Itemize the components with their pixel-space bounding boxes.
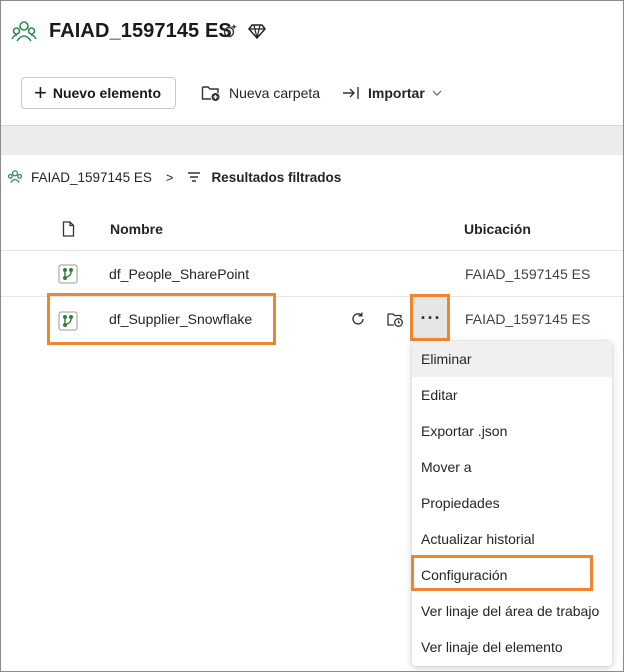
import-dropdown[interactable]: Importar [342, 83, 443, 103]
breadcrumb-separator: > [165, 169, 174, 185]
diamond-icon[interactable] [248, 22, 266, 40]
menu-item-workspace-lineage[interactable]: Ver linaje del área de trabajo [412, 593, 612, 629]
plus-icon: + [34, 80, 47, 105]
row-location: FAIAD_1597145 ES [465, 266, 591, 282]
context-menu: Eliminar Editar Exportar .json Mover a P… [412, 341, 612, 666]
dataflow-icon [58, 264, 78, 284]
breadcrumb: FAIAD_1597145 ES > Resultados filtrados [7, 167, 341, 187]
workspace-icon [11, 21, 37, 42]
workspace-header: FAIAD_1597145 ES [1, 1, 623, 59]
new-item-label: Nuevo elemento [52, 85, 161, 101]
new-item-button[interactable]: + Nuevo elemento [21, 77, 176, 109]
toolbar: + Nuevo elemento Nueva carpeta Importar [1, 59, 623, 125]
row-name[interactable]: df_People_SharePoint [109, 266, 249, 282]
row-name[interactable]: df_Supplier_Snowflake [109, 311, 252, 327]
table-header: Nombre Ubicación [1, 207, 623, 251]
settings-sparkle-icon[interactable] [221, 22, 239, 40]
menu-item-edit[interactable]: Editar [412, 377, 612, 413]
menu-item-settings[interactable]: Configuración [412, 557, 612, 593]
chevron-down-icon [432, 90, 442, 96]
app-frame: FAIAD_1597145 ES + Nuevo elemento Nueva … [0, 0, 624, 672]
menu-item-properties[interactable]: Propiedades [412, 485, 612, 521]
more-options-button[interactable]: ··· [413, 297, 449, 339]
breadcrumb-workspace[interactable]: FAIAD_1597145 ES [31, 170, 152, 185]
workspace-icon [7, 170, 23, 183]
menu-item-refresh-history[interactable]: Actualizar historial [412, 521, 612, 557]
menu-item-move-to[interactable]: Mover a [412, 449, 612, 485]
table-row[interactable]: df_People_SharePoint FAIAD_1597145 ES [1, 252, 623, 297]
table-row[interactable]: df_Supplier_Snowflake ··· FAIAD_1597145 … [1, 297, 623, 342]
filter-results-label: Resultados filtrados [211, 169, 342, 185]
menu-item-item-lineage[interactable]: Ver linaje del elemento [412, 629, 612, 665]
row-location: FAIAD_1597145 ES [465, 311, 591, 327]
schedule-icon[interactable] [386, 310, 404, 328]
column-header-location[interactable]: Ubicación [464, 221, 531, 237]
import-label: Importar [368, 85, 425, 101]
file-type-icon [62, 221, 75, 237]
new-folder-button[interactable]: Nueva carpeta [201, 83, 320, 103]
menu-item-delete[interactable]: Eliminar [412, 341, 612, 377]
import-arrow-icon [343, 87, 359, 99]
new-folder-icon [201, 86, 220, 101]
dataflow-icon [58, 311, 78, 331]
page-title: FAIAD_1597145 ES [49, 20, 232, 42]
menu-item-export-json[interactable]: Exportar .json [412, 413, 612, 449]
column-header-name[interactable]: Nombre [110, 221, 163, 237]
filter-icon [188, 172, 201, 182]
refresh-icon[interactable] [349, 310, 367, 328]
divider-band [1, 125, 623, 155]
new-folder-label: Nueva carpeta [229, 85, 321, 101]
